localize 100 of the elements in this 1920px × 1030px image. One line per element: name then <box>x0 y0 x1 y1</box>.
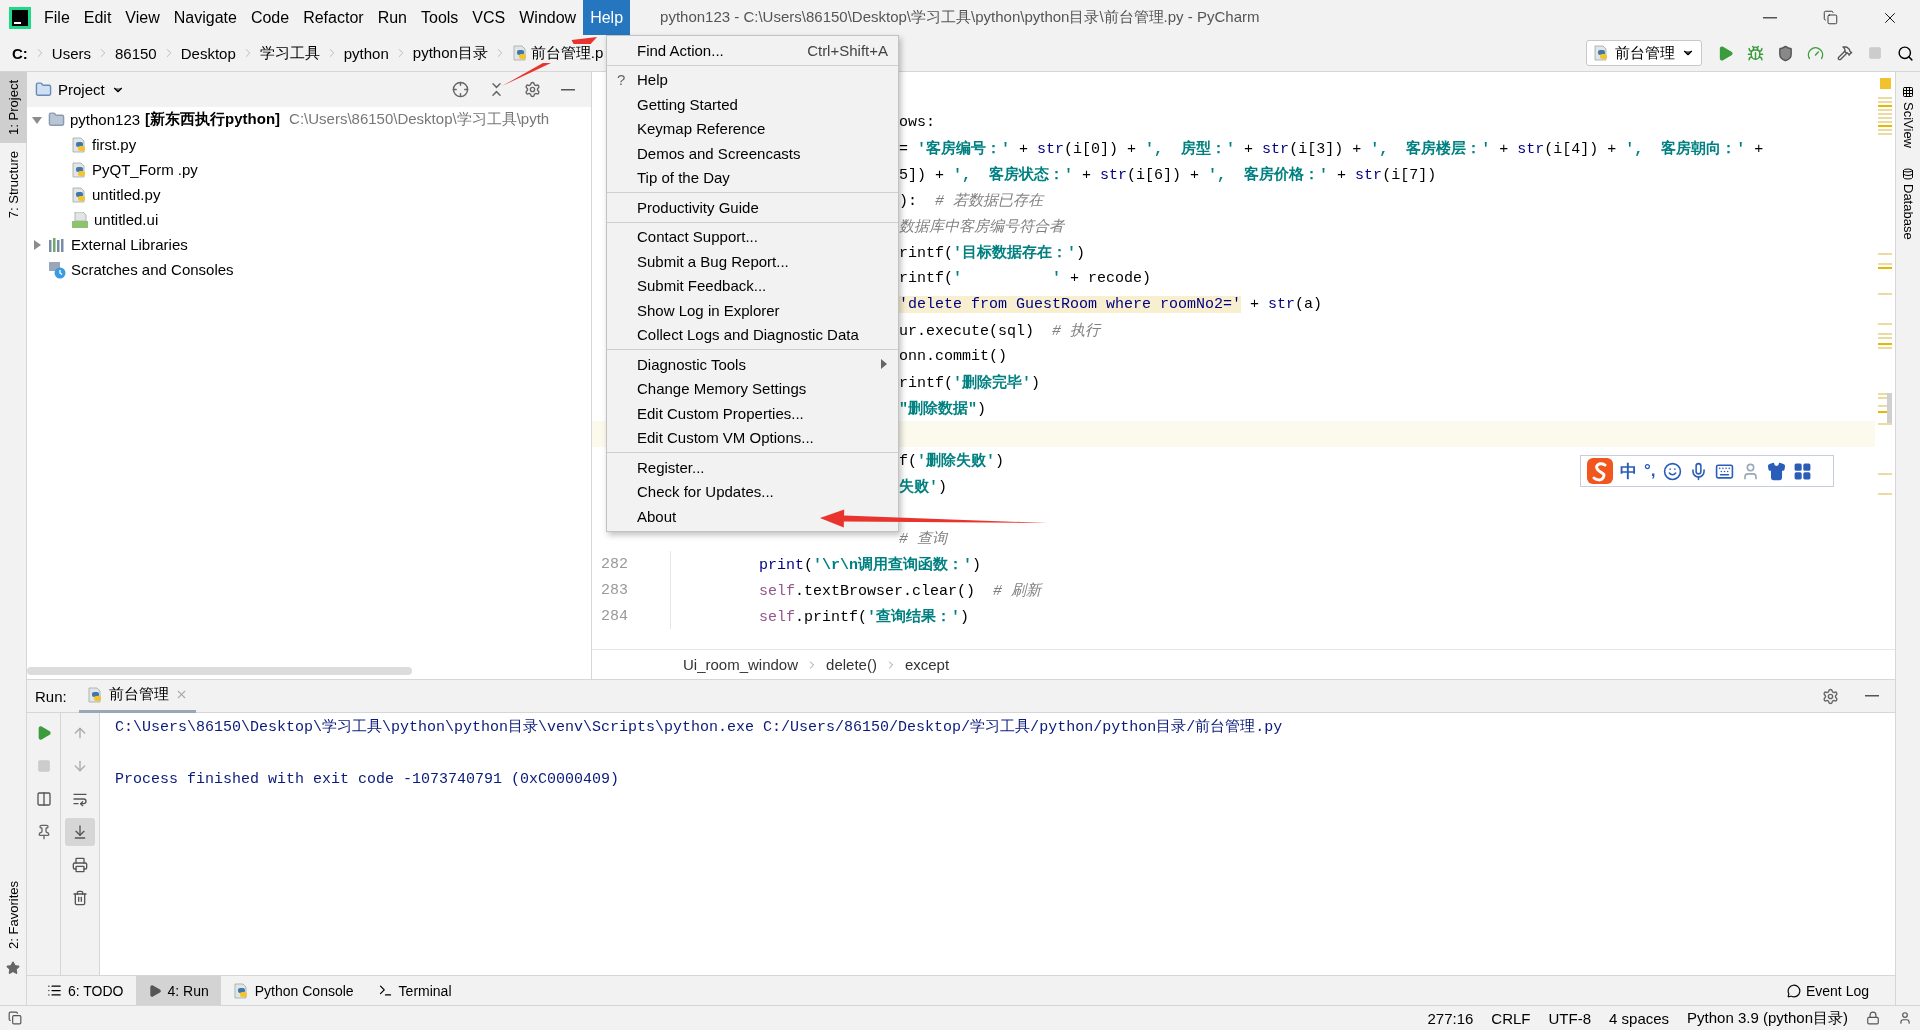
run-configuration-dropdown[interactable]: 前台管理 <box>1586 40 1702 66</box>
menu-item[interactable]: Edit Custom VM Options... <box>607 425 898 450</box>
menu-item[interactable]: Refactor <box>296 0 371 35</box>
tree-item[interactable]: first.py <box>92 136 137 153</box>
menu-item[interactable]: Navigate <box>166 0 244 35</box>
shirt-icon[interactable] <box>1766 461 1786 481</box>
menu-item[interactable]: Window <box>512 0 584 35</box>
minimize-icon <box>1763 16 1777 19</box>
python-console-icon <box>232 982 249 999</box>
status-item[interactable]: CRLF <box>1491 1009 1531 1027</box>
menu-item[interactable]: Show Log in Explorer <box>607 298 898 323</box>
input-method-mode[interactable]: °, <box>1644 461 1656 481</box>
code-line: = '客房编号：' + str(i[0]) + ', 房型：' + str(i[3]) + ', 客房楼层：' + str(i[4]) + ', 客房朝向：' + <box>899 139 1764 158</box>
menu-item[interactable]: Keymap Reference <box>607 116 898 141</box>
menu-item[interactable]: Demos and Screencasts <box>607 141 898 166</box>
menu-item[interactable]: About <box>607 504 898 529</box>
crosshair-icon <box>451 81 469 98</box>
menu-item[interactable]: Diagnostic Tools <box>607 352 898 377</box>
menu-item[interactable]: Help <box>583 0 631 35</box>
tree-item[interactable]: Scratches and Consoles <box>71 261 234 278</box>
database-icon <box>1902 168 1914 180</box>
status-item[interactable]: UTF-8 <box>1548 1009 1592 1027</box>
inspector-icon[interactable] <box>1898 1011 1912 1025</box>
tool-window-tab[interactable]: 1: Project <box>0 72 27 143</box>
smiley-icon[interactable] <box>1662 461 1682 481</box>
event-log-button[interactable]: Event Log <box>1780 981 1875 1000</box>
menu-item[interactable]: Register... <box>607 455 898 480</box>
settings-icon <box>523 81 541 98</box>
grid-icon[interactable] <box>1792 461 1812 481</box>
input-method-mode[interactable]: 中 <box>1620 459 1637 483</box>
tool-window-tab[interactable]: Python Console <box>220 976 366 1005</box>
breadcrumb-item[interactable]: 86150 <box>115 44 157 62</box>
menu-item[interactable]: Submit Feedback... <box>607 273 898 298</box>
tool-window-tab[interactable]: Terminal <box>365 976 464 1005</box>
breadcrumb-item[interactable]: python目录 <box>412 43 488 63</box>
breadcrumb-item[interactable]: Users <box>51 44 91 62</box>
keyboard-icon[interactable] <box>1714 461 1734 481</box>
menu-item[interactable]: Tip of the Day <box>607 165 898 190</box>
menu-item[interactable]: Code <box>243 0 297 35</box>
menu-item[interactable]: Find Action... Ctrl+Shift+A <box>607 38 898 63</box>
panel-toggle-icon[interactable] <box>8 1011 22 1025</box>
star-icon <box>6 961 20 975</box>
tool-window-tab[interactable]: Database <box>1896 168 1920 240</box>
code-breadcrumb[interactable]: delete() <box>826 656 877 673</box>
menu-item[interactable]: VCS <box>465 0 513 35</box>
project-note: [新东西执行python] <box>145 110 281 129</box>
menu-item[interactable]: Change Memory Settings <box>607 376 898 401</box>
shield-icon <box>1776 44 1794 62</box>
grid-icon <box>1902 86 1914 98</box>
tool-window-tab[interactable]: 7: Structure <box>0 142 27 227</box>
breadcrumb-item[interactable]: python <box>343 44 389 62</box>
menu-item[interactable]: Tools <box>414 0 466 35</box>
lock-icon[interactable] <box>1866 1011 1880 1025</box>
code-line: "删除数据") <box>899 399 987 418</box>
python-file-icon <box>511 45 528 61</box>
code-breadcrumb[interactable]: Ui_room_window <box>683 656 799 673</box>
status-item[interactable]: 4 spaces <box>1609 1009 1670 1027</box>
menu-item[interactable]: Submit a Bug Report... <box>607 249 898 274</box>
project-view-selector[interactable]: Project <box>35 81 125 98</box>
status-item[interactable]: 277:16 <box>1427 1009 1474 1027</box>
code-line: ): # 若数据已存在 <box>899 191 1044 210</box>
menu-item[interactable]: ? Help <box>607 67 898 92</box>
tool-window-tab[interactable]: 2: Favorites <box>0 873 27 957</box>
minimize-icon <box>561 88 575 91</box>
tool-window-tab[interactable]: SciView <box>1896 86 1920 148</box>
menu-item[interactable]: Run <box>370 0 414 35</box>
code-line: onn.commit() <box>899 347 1008 365</box>
menu-item[interactable]: View <box>118 0 167 35</box>
menu-item[interactable]: Edit Custom Properties... <box>607 401 898 426</box>
tree-item[interactable]: untitled.py <box>92 186 161 203</box>
tree-item[interactable]: python123 <box>70 111 141 128</box>
menu-item[interactable]: Edit <box>76 0 119 35</box>
breadcrumb-item[interactable]: C: <box>12 44 28 62</box>
horizontal-scrollbar[interactable] <box>27 667 412 675</box>
breadcrumb-item[interactable]: 学习工具 <box>259 43 320 63</box>
python-file-icon <box>71 136 87 153</box>
tree-item[interactable]: untitled.ui <box>94 211 159 228</box>
input-method-logo-icon <box>1587 458 1613 484</box>
menu-item[interactable]: Getting Started <box>607 92 898 117</box>
menu-item[interactable]: File <box>37 0 77 35</box>
python-file-icon <box>71 161 87 178</box>
collapsed-arrow-icon[interactable] <box>31 238 43 251</box>
bug-icon <box>1746 44 1764 62</box>
python-file-icon <box>71 186 87 203</box>
menu-item[interactable]: Check for Updates... <box>607 479 898 504</box>
menu-item[interactable]: Productivity Guide <box>607 195 898 220</box>
code-breadcrumb[interactable]: except <box>904 656 950 673</box>
line-number: 284 <box>600 607 628 625</box>
shortcut-hint: Ctrl+Shift+A <box>807 41 888 59</box>
tree-item[interactable]: PyQT_Form .py <box>92 161 198 178</box>
breadcrumb-item[interactable]: Desktop <box>180 44 236 62</box>
tree-item[interactable]: External Libraries <box>71 236 188 253</box>
menu-item[interactable]: Contact Support... <box>607 224 898 249</box>
tool-window-tab[interactable]: 6: TODO <box>35 976 136 1005</box>
menu-item[interactable]: Collect Logs and Diagnostic Data <box>607 322 898 347</box>
status-item[interactable]: Python 3.9 (python目录) <box>1687 1008 1848 1028</box>
code-line: ur.execute(sql) # 执行 <box>899 321 1101 340</box>
tool-window-tab[interactable]: 4: Run <box>135 976 221 1005</box>
console-output-line: C:\Users\86150\Desktop\学习工具\python\python目录\venv\Scripts\python.exe C:/Users/86150/Desktop/学习工具/python/python目录/前台管理.py <box>115 718 1284 738</box>
scroll-to-end-button[interactable] <box>65 818 95 846</box>
